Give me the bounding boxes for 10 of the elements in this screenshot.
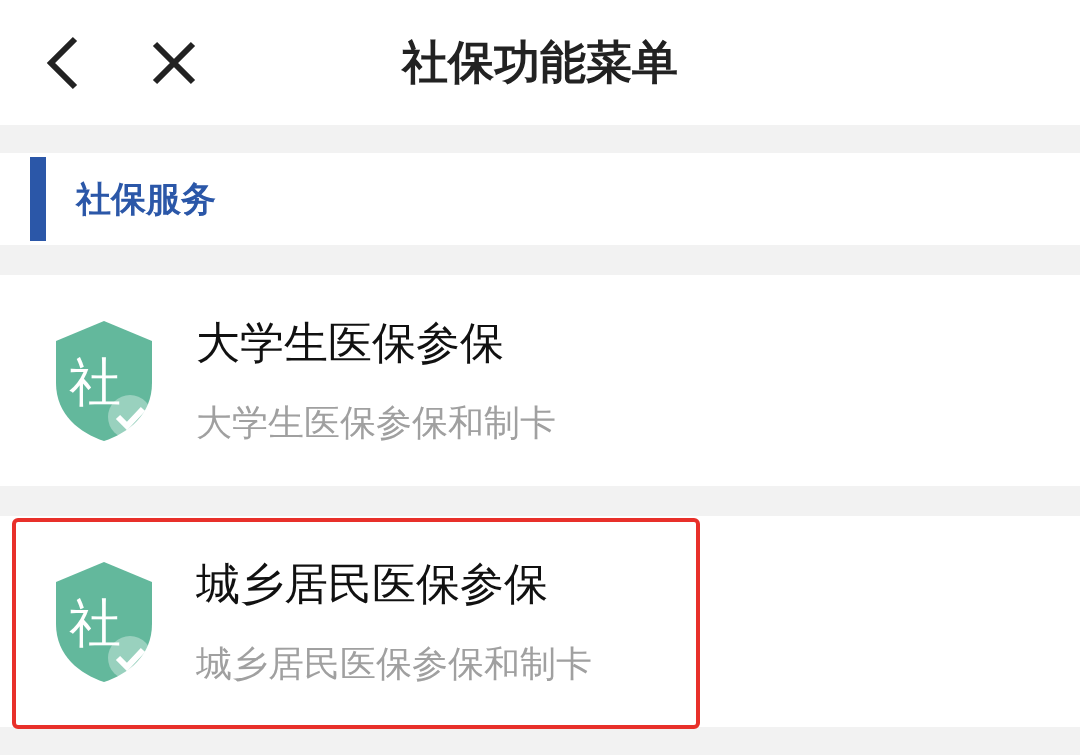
shield-icon: 社 [54,318,154,443]
menu-item[interactable]: 社 城乡居民医保参保 城乡居民医保参保和制卡 [0,516,1080,727]
item-subtitle: 大学生医保参保和制卡 [196,400,556,445]
menu-item[interactable]: 社 大学生医保参保 大学生医保参保和制卡 [0,275,1080,486]
item-subtitle: 城乡居民医保参保和制卡 [196,641,592,686]
section-title: 社保服务 [76,177,216,221]
page-title: 社保功能菜单 [402,34,678,89]
item-title: 大学生医保参保 [196,315,505,370]
item-title: 城乡居民医保参保 [196,556,549,611]
shield-icon: 社 [54,559,154,684]
